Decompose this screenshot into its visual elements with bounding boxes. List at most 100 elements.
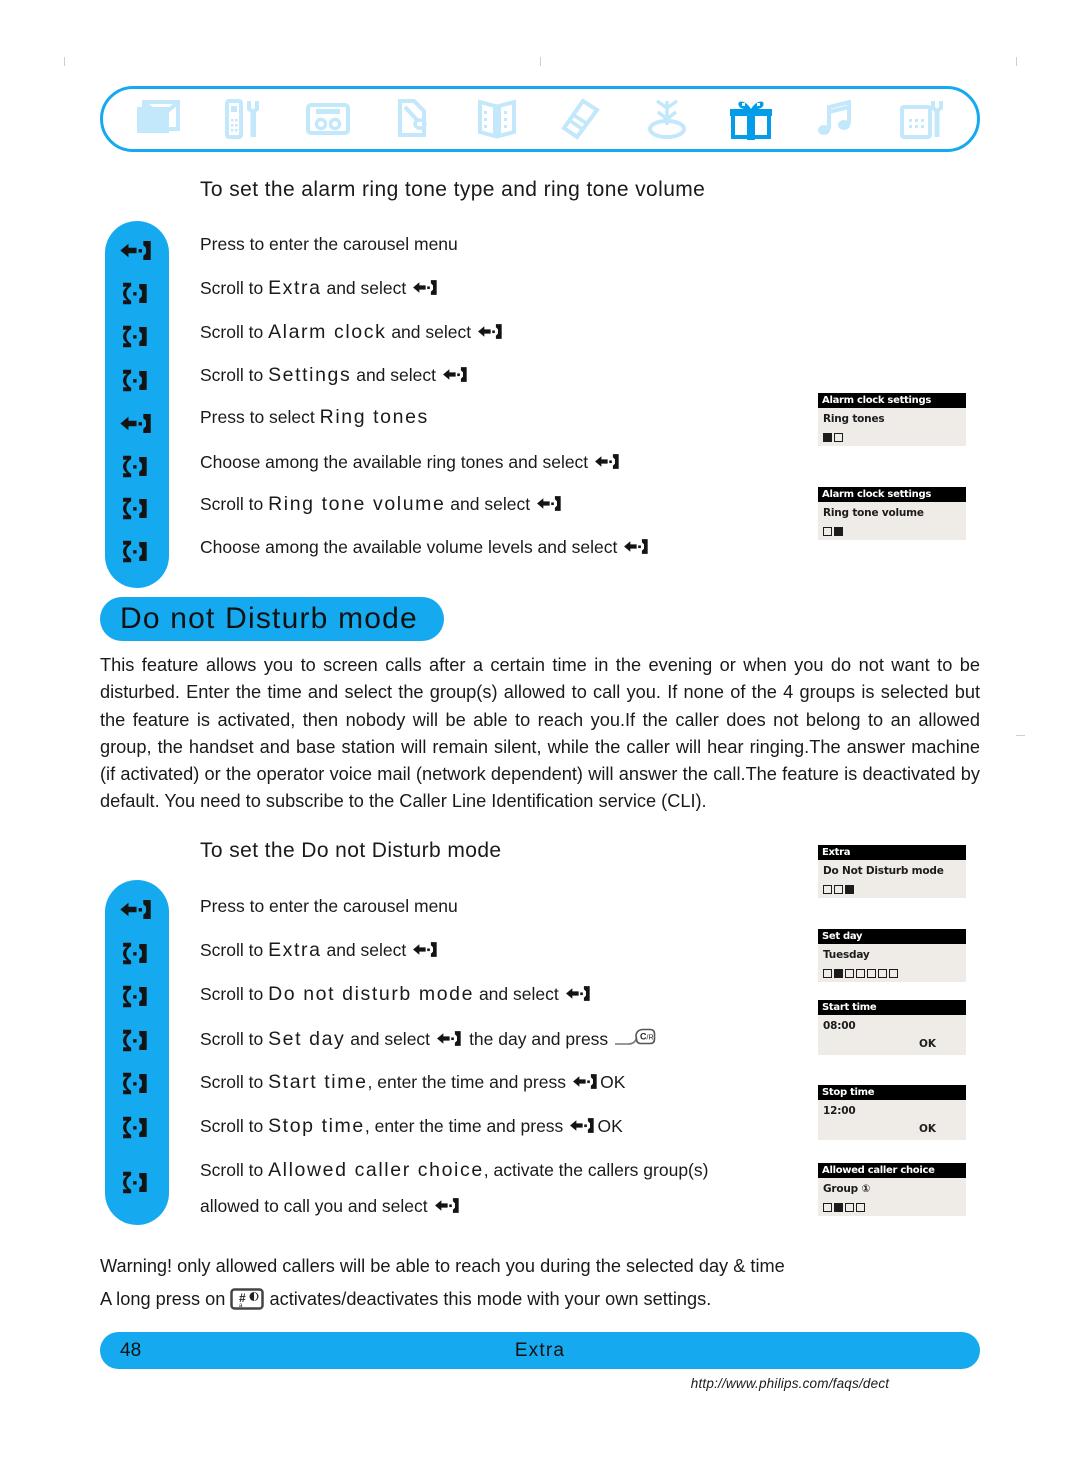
lcd-dot	[834, 969, 843, 978]
instruction-step: Scroll to Extra and select	[200, 939, 440, 965]
handset-pen-icon[interactable]	[385, 95, 441, 143]
step-text: Press to select	[200, 407, 320, 427]
rail-key-scroll-icon	[105, 936, 169, 970]
rail-key-select-icon	[105, 233, 169, 267]
menu-term: Alarm clock	[268, 321, 387, 343]
instruction-step: Press to enter the carousel menu	[200, 895, 458, 917]
select-key-icon	[436, 1028, 463, 1054]
step-text: , enter the time and press	[364, 1116, 569, 1136]
step-text: and select	[386, 322, 476, 342]
cr-key-icon: C/R	[614, 1027, 656, 1056]
step-text: Scroll to	[200, 1160, 269, 1180]
lcd-dot	[823, 433, 832, 442]
rail-key-scroll-icon	[105, 534, 169, 568]
rail-key-scroll-icon	[105, 491, 169, 525]
instruction-step: allowed to call you and select	[200, 1195, 462, 1221]
step-text: allowed to call you and select	[200, 1196, 433, 1216]
select-key-icon	[412, 939, 439, 965]
hash-key-icon: # a	[230, 1288, 265, 1317]
lcd-title: Alarm clock settings	[818, 487, 966, 502]
lcd-dots	[823, 527, 962, 536]
step-text: Scroll to	[200, 940, 269, 960]
handset-wrench-icon[interactable]	[216, 95, 272, 143]
instruction-step: Scroll to Allowed caller choice, activat…	[200, 1159, 708, 1181]
menu-term: Ring tones	[319, 406, 429, 428]
lcd-softkey-ok: OK	[918, 1123, 936, 1135]
lcd-dot	[834, 527, 843, 536]
page-number: 48	[120, 1339, 142, 1361]
carousel-menu-bar[interactable]	[100, 86, 980, 152]
footer-url: http://www.philips.com/faqs/dect	[690, 1376, 890, 1391]
open-book-icon[interactable]	[470, 95, 526, 143]
call-list-icon[interactable]	[554, 95, 610, 143]
step-text: and select	[474, 984, 564, 1004]
lcd-title: Allowed caller choice	[818, 1163, 966, 1178]
lcd-dot	[823, 885, 832, 894]
step-text: Scroll to	[200, 984, 269, 1004]
instruction-step: Scroll to Extra and select	[200, 277, 440, 303]
select-key-icon	[565, 983, 592, 1009]
long-press-text-before: A long press on	[100, 1289, 231, 1309]
step-text: and select	[351, 365, 441, 385]
lcd-screen: Allowed caller choice Group ①	[818, 1163, 966, 1216]
music-note-icon[interactable]	[808, 95, 864, 143]
lcd-dot	[834, 433, 843, 442]
step-text: Press to enter the carousel menu	[200, 896, 458, 916]
lcd-line: Do Not Disturb mode	[823, 865, 944, 877]
step-text: Scroll to	[200, 278, 269, 298]
lcd-dot	[867, 969, 876, 978]
lcd-dots	[823, 1203, 962, 1212]
lcd-softkey-ok: OK	[918, 1038, 936, 1050]
page-footer-bar: 48 Extra	[100, 1332, 980, 1369]
rail-key-scroll-icon	[105, 276, 169, 310]
step-text: Scroll to	[200, 494, 269, 514]
lcd-dot	[878, 969, 887, 978]
lcd-screen: Alarm clock settings Ring tones	[818, 393, 966, 446]
step-text: and select	[321, 940, 412, 960]
select-key-icon	[442, 364, 469, 390]
lcd-line: Ring tones	[823, 413, 885, 425]
instruction-step: Press to select Ring tones	[200, 406, 429, 428]
base-antenna-icon[interactable]	[639, 95, 695, 143]
step-text: Choose among the available volume levels…	[200, 537, 623, 557]
lcd-title: Start time	[818, 1000, 966, 1015]
lcd-line: Tuesday	[823, 949, 870, 961]
dnd-body-paragraph: This feature allows you to screen calls …	[100, 655, 980, 812]
menu-term: Ring tone volume	[268, 493, 446, 515]
select-key-icon	[623, 536, 650, 562]
lcd-line: 08:00	[823, 1020, 856, 1032]
lcd-dot	[823, 527, 832, 536]
fax-base-icon[interactable]	[893, 95, 949, 143]
select-key-icon	[594, 451, 621, 477]
step-text: and select	[445, 494, 535, 514]
rail-key-scroll-icon	[105, 979, 169, 1013]
step-text: Scroll to	[200, 322, 269, 342]
rail-key-scroll-icon	[105, 1023, 169, 1057]
lcd-dot	[845, 885, 854, 894]
step-text: Scroll to	[200, 365, 269, 385]
lcd-dots	[823, 433, 962, 442]
envelope-icon[interactable]	[131, 95, 187, 143]
long-press-note: A long press on # a activates/deactivate…	[100, 1286, 711, 1317]
dnd-section-title: Do not Disturb mode	[100, 597, 444, 641]
registration-mark-right-mid	[1016, 735, 1025, 736]
instruction-step: Scroll to Settings and select	[200, 364, 470, 390]
lcd-dot	[823, 969, 832, 978]
lcd-dot	[889, 969, 898, 978]
step-text: , activate the callers group(s)	[483, 1160, 709, 1180]
warning-note: Warning! only allowed callers will be ab…	[100, 1256, 785, 1276]
lcd-dot	[845, 1203, 854, 1212]
rail-key-scroll-icon	[105, 1165, 169, 1199]
lcd-screen: Alarm clock settings Ring tone volume	[818, 487, 966, 540]
lcd-title: Set day	[818, 929, 966, 944]
long-press-text-after: activates/deactivates this mode with you…	[264, 1289, 712, 1309]
instruction-step: Choose among the available volume levels…	[200, 536, 652, 562]
gift-box-icon[interactable]	[723, 95, 779, 143]
lcd-line: Group ①	[823, 1183, 871, 1195]
rail-key-scroll-icon	[105, 1110, 169, 1144]
lcd-screen: Stop time 12:00 OK	[818, 1085, 966, 1140]
lcd-screen: Set day Tuesday	[818, 929, 966, 982]
menu-term: Start time	[268, 1071, 368, 1093]
registration-mark-top-left	[64, 57, 65, 66]
answering-machine-icon[interactable]	[300, 95, 356, 143]
